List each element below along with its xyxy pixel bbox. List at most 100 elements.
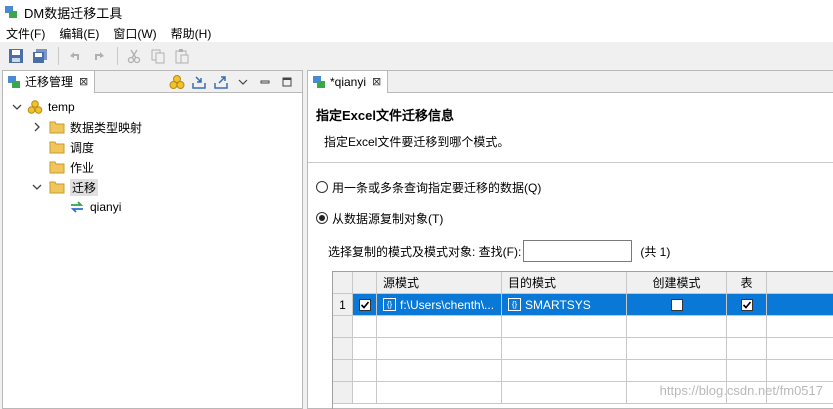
create-schema-cell[interactable] <box>627 294 727 316</box>
menu-help[interactable]: 帮助(H) <box>171 25 212 42</box>
cut-button[interactable] <box>124 46 144 66</box>
tab-label: 迁移管理 <box>25 75 74 89</box>
option-copy-row[interactable]: 从数据源复制对象(T) <box>316 208 833 228</box>
checkmark-icon <box>742 300 751 309</box>
tree-item-qianyi[interactable]: qianyi <box>3 197 302 217</box>
option-query-row[interactable]: 用一条或多条查询指定要迁移的数据(Q) <box>316 177 833 197</box>
copy-button[interactable] <box>148 46 168 66</box>
folder-icon <box>49 141 65 154</box>
new-project-button[interactable] <box>168 73 186 91</box>
empty-row <box>333 338 833 360</box>
target-schema-value: SMARTSYS <box>525 297 591 312</box>
toolbar-separator <box>117 47 118 65</box>
header-title: 指定Excel文件迁移信息 <box>316 108 454 123</box>
expanded-twisty-icon[interactable] <box>11 101 23 113</box>
copy-icon <box>151 49 165 64</box>
window-title: DM数据迁移工具 <box>24 5 123 21</box>
maximize-view-button[interactable] <box>278 73 296 91</box>
folder-icon <box>49 121 65 134</box>
app-icon <box>5 6 17 18</box>
source-schema-cell[interactable]: {} f:\Users\chenth\... <box>377 294 502 316</box>
toolbar-separator <box>58 47 59 65</box>
folder-icon <box>49 161 65 174</box>
grid-filler-header <box>767 272 833 294</box>
tree-item-schedule[interactable]: 调度 <box>3 137 302 157</box>
cluster-icon <box>169 75 185 89</box>
redo-button[interactable] <box>89 46 109 66</box>
column-header-source[interactable]: 源模式 <box>377 272 502 294</box>
editor-tabbar: *qianyi ⊠ <box>308 70 833 93</box>
count-text: (共 1) <box>640 244 671 259</box>
row-number-header <box>333 272 353 294</box>
grid-header: 源模式 目的模式 创建模式 表 <box>333 272 833 294</box>
select-header <box>353 272 377 294</box>
source-schema-value: f:\Users\chenth\... <box>400 297 495 312</box>
save-button[interactable] <box>6 46 26 66</box>
option-query-label: 用一条或多条查询指定要迁移的数据(Q) <box>332 180 542 195</box>
schema-icon: {} <box>508 298 521 311</box>
close-icon[interactable]: ⊠ <box>372 75 381 88</box>
folder-icon <box>49 181 65 194</box>
migration-editor-icon <box>313 75 325 88</box>
row-select-checkbox[interactable] <box>358 298 371 311</box>
cut-icon <box>127 49 141 64</box>
tree-label: temp <box>48 100 75 114</box>
undo-icon <box>70 52 79 60</box>
grid-filler-cell <box>767 294 833 316</box>
project-tree: temp 数据类型映射 调度 作业 迁移 qianyi <box>3 93 302 217</box>
table-checkbox[interactable] <box>740 298 753 311</box>
paste-icon <box>175 49 189 64</box>
migration-options: 用一条或多条查询指定要迁移的数据(Q) 从数据源复制对象(T) 选择复制的模式及… <box>308 163 833 263</box>
wizard-header: 指定Excel文件迁移信息 指定Excel文件要迁移到哪个模式。 <box>308 93 833 163</box>
expanded-twisty-icon[interactable] <box>31 181 43 193</box>
import-icon <box>192 76 206 89</box>
tree-label: qianyi <box>90 200 122 214</box>
menu-edit[interactable]: 编辑(E) <box>59 25 99 42</box>
tab-migration-manager[interactable]: 迁移管理 ⊠ <box>3 70 96 93</box>
export-button[interactable] <box>212 73 230 91</box>
view-menu-button[interactable] <box>234 73 252 91</box>
search-row: 选择复制的模式及模式对象: 查找(F): (共 1) <box>328 239 833 263</box>
paste-button[interactable] <box>172 46 192 66</box>
minimize-view-button[interactable] <box>256 73 274 91</box>
undo-button[interactable] <box>65 46 85 66</box>
copy-objects-radio[interactable] <box>316 212 328 224</box>
left-tabbar: 迁移管理 ⊠ <box>3 70 302 93</box>
tree-item-temp[interactable]: temp <box>3 97 302 117</box>
minimize-icon <box>260 80 270 84</box>
tree-item-migration[interactable]: 迁移 <box>3 177 302 197</box>
empty-row <box>333 360 833 382</box>
project-icon <box>27 100 43 114</box>
migration-manager-view: 迁移管理 ⊠ temp 数据类型映射 调度 作业 迁移 qianyi <box>2 70 303 409</box>
row-select-cell[interactable] <box>353 294 377 316</box>
save-icon <box>9 49 23 63</box>
tree-label: 作业 <box>70 160 95 175</box>
maximize-icon <box>282 77 292 87</box>
view-toolbar <box>164 73 296 91</box>
tree-item-type-mapping[interactable]: 数据类型映射 <box>3 117 302 137</box>
menu-file[interactable]: 文件(F) <box>6 25 45 42</box>
option-copy-label: 从数据源复制对象(T) <box>332 211 444 226</box>
column-header-create[interactable]: 创建模式 <box>627 272 727 294</box>
watermark: https://blog.csdn.net/fm0517 <box>659 383 823 398</box>
tab-qianyi[interactable]: *qianyi ⊠ <box>308 70 389 93</box>
collapsed-twisty-icon[interactable] <box>31 121 43 133</box>
close-icon[interactable]: ⊠ <box>79 75 88 88</box>
target-schema-cell[interactable]: {} SMARTSYS <box>502 294 627 316</box>
column-header-table[interactable]: 表 <box>727 272 767 294</box>
row-number: 1 <box>333 294 353 316</box>
migration-arrows-icon <box>70 201 84 213</box>
table-cell[interactable] <box>727 294 767 316</box>
table-row[interactable]: 1 {} f:\Users\chenth\... {} SMARTSYS <box>333 294 833 316</box>
schema-icon: {} <box>383 298 396 311</box>
tree-label: 调度 <box>70 140 95 155</box>
save-all-button[interactable] <box>30 46 50 66</box>
tree-item-job[interactable]: 作业 <box>3 157 302 177</box>
column-header-target[interactable]: 目的模式 <box>502 272 627 294</box>
create-schema-checkbox[interactable] <box>670 298 683 311</box>
search-input[interactable] <box>523 240 633 262</box>
menu-window[interactable]: 窗口(W) <box>113 25 156 42</box>
import-button[interactable] <box>190 73 208 91</box>
save-all-icon <box>33 49 47 63</box>
query-radio[interactable] <box>316 181 328 193</box>
